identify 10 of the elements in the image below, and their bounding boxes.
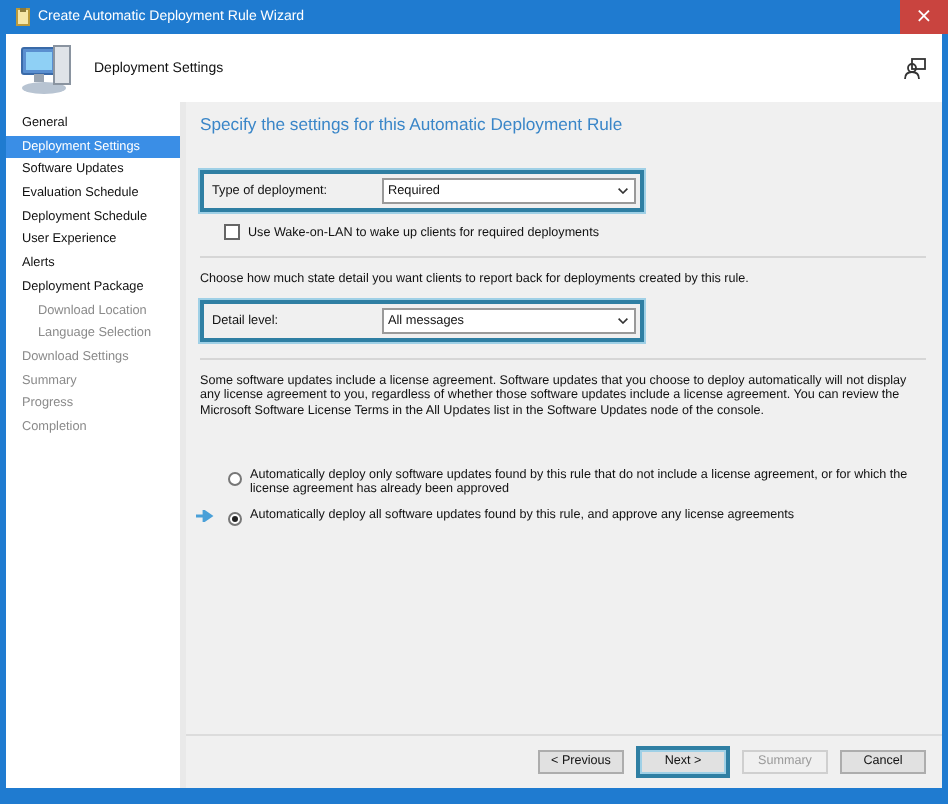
chevron-down-icon [618,317,628,324]
radio-button[interactable] [228,472,242,487]
chevron-down-icon [618,188,628,194]
computer-icon [18,40,74,96]
document-icon [16,8,30,26]
close-button[interactable]: × [900,0,948,34]
radio-button[interactable] [228,511,242,526]
section-heading: Specify the settings for this Automatic Deployment Rule [200,114,625,134]
user-icon [904,57,926,79]
checkbox[interactable] [224,224,240,240]
